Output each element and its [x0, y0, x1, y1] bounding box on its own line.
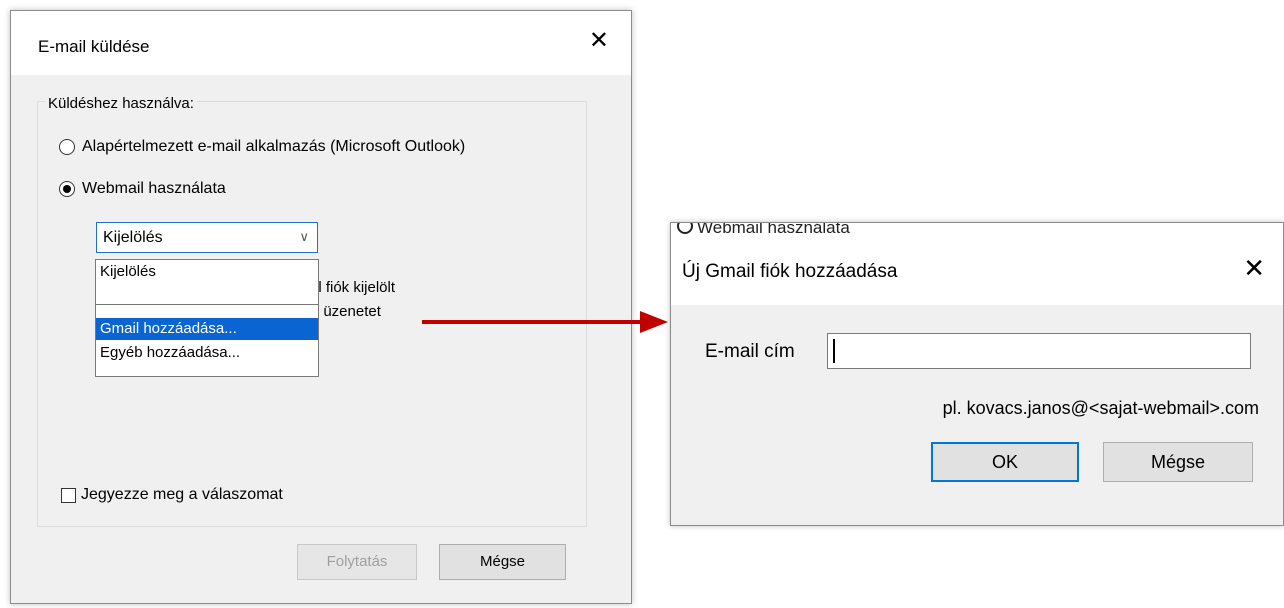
background-snippet-text: Webmail használata — [697, 222, 850, 237]
radio-webmail[interactable] — [59, 181, 75, 197]
dropdown-item-add-gmail[interactable]: Gmail hozzáadása... — [96, 318, 318, 340]
pointer-arrow-icon — [422, 311, 668, 333]
add-gmail-dialog: Webmail használata Új Gmail fiók hozzáad… — [670, 222, 1284, 526]
radio-default-email-label[interactable]: Alapértelmezett e-mail alkalmazás (Micro… — [82, 138, 465, 156]
combobox-value: Kijelölés — [103, 229, 163, 246]
text-cursor — [833, 339, 835, 363]
radio-default-email-app[interactable] — [59, 139, 75, 155]
chevron-down-icon[interactable]: ∨ — [299, 229, 309, 245]
dropdown-item-select[interactable]: Kijelölés — [96, 261, 318, 283]
webmail-dropdown-list: Kijelölés Gmail hozzáadása... Egyéb hozz… — [95, 259, 319, 377]
partially-hidden-text: / üzenetet — [315, 303, 381, 320]
email-hint: pl. kovacs.janos@<sajat-webmail>.com — [942, 398, 1259, 418]
radio-webmail-label[interactable]: Webmail használata — [82, 180, 226, 198]
partially-hidden-text: il fiók kijelölt — [315, 279, 396, 296]
ok-button[interactable]: OK — [931, 442, 1079, 482]
continue-button[interactable]: Folytatás — [297, 544, 417, 580]
remember-choice-label[interactable]: Jegyezze meg a válaszomat — [81, 486, 283, 504]
email-label: E-mail cím — [705, 341, 795, 362]
dialog-titlebar: Webmail használata Új Gmail fiók hozzáad… — [671, 223, 1283, 305]
dropdown-separator — [96, 304, 318, 305]
radio-icon — [677, 223, 693, 234]
cancel-button[interactable]: Mégse — [1103, 442, 1253, 482]
background-webmail-snippet: Webmail használata — [677, 222, 850, 238]
close-icon[interactable]: ✕ — [1243, 255, 1265, 281]
group-label: Küldéshez használva: — [45, 95, 197, 112]
close-icon[interactable]: ✕ — [589, 29, 609, 53]
email-field[interactable] — [827, 333, 1251, 369]
dialog-title: E-mail küldése — [38, 37, 150, 56]
dropdown-item-add-other[interactable]: Egyéb hozzáadása... — [96, 342, 318, 364]
dialog-titlebar: E-mail küldése ✕ — [11, 11, 631, 75]
cancel-button[interactable]: Mégse — [439, 544, 566, 580]
dialog-title: Új Gmail fiók hozzáadása — [682, 261, 898, 282]
webmail-combobox[interactable]: Kijelölés ∨ — [96, 222, 318, 253]
remember-choice-checkbox[interactable] — [61, 488, 76, 503]
